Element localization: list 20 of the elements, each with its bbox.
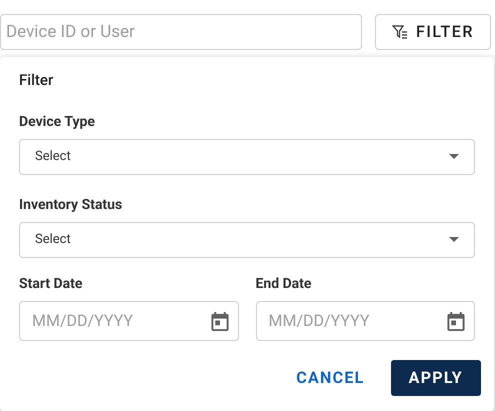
field-label: Device Type [19,112,96,132]
field-label: Start Date [19,274,84,294]
select-value: Select [35,230,71,249]
cancel-button[interactable]: CANCEL [278,360,383,396]
filter-icon [392,25,408,39]
filter-button[interactable]: FILTER [375,14,491,50]
select-value: Select [35,148,71,166]
date-placeholder: MM/DD/YYYY [32,310,133,332]
dropdown-caret-icon [449,154,459,159]
date-placeholder: MM/DD/YYYY [268,310,370,332]
field-label: End Date [256,274,312,294]
panel-title: Filter [19,70,54,91]
field-label: Inventory Status [19,196,124,214]
select-field[interactable]: Select [19,138,475,174]
select-field[interactable]: Select [19,222,475,258]
apply-button[interactable]: APPLY [390,360,481,396]
search-field[interactable]: Device ID or User [0,14,362,50]
calendar-icon[interactable] [210,310,228,330]
dropdown-caret-icon [449,237,459,242]
calendar-icon[interactable] [447,310,465,330]
